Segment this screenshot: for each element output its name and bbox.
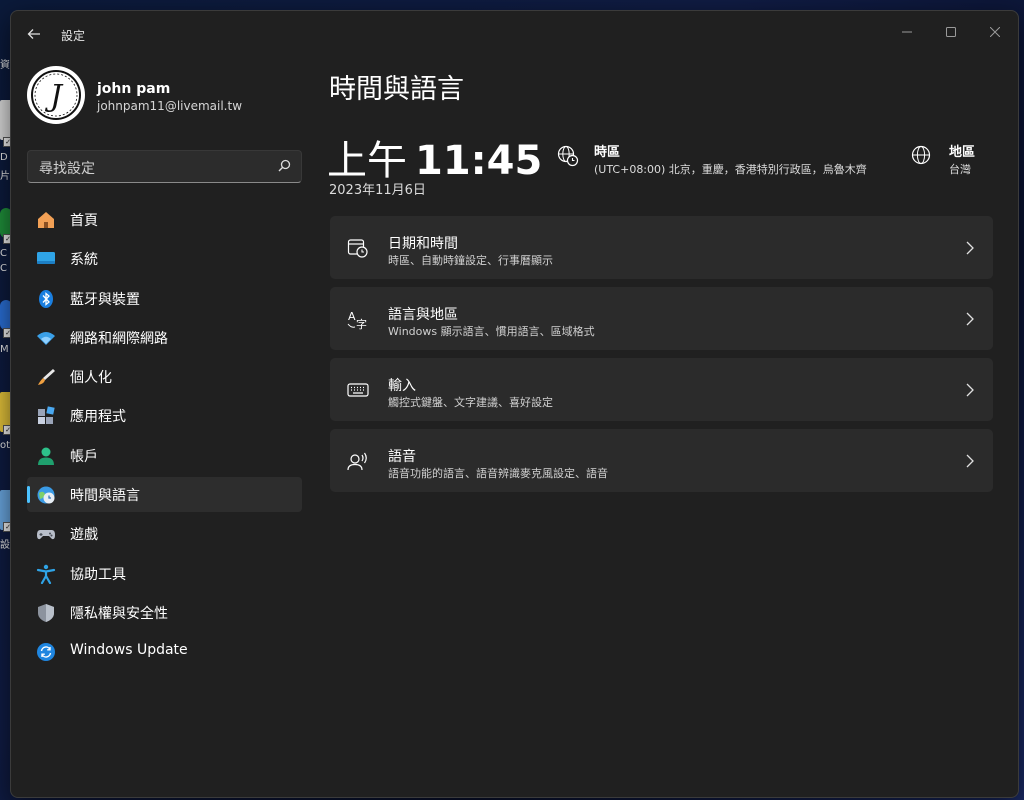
sidebar-item-system[interactable]: 系統 xyxy=(27,241,302,276)
chevron-right-icon xyxy=(966,312,974,326)
shield-icon xyxy=(38,603,54,622)
sidebar-item-label: Windows Update xyxy=(70,642,188,659)
sidebar-item-network[interactable]: 網路和網際網路 xyxy=(27,320,302,355)
card-title: 輸入 xyxy=(388,378,416,394)
sidebar-item-label: 隱私權與安全性 xyxy=(70,605,168,622)
wifi-icon xyxy=(37,331,55,345)
card-date-time[interactable]: 日期和時間 時區、自動時鐘設定、行事曆顯示 xyxy=(330,216,993,279)
timezone-globe-icon xyxy=(557,145,579,167)
app-title: 設定 xyxy=(61,29,86,43)
home-icon xyxy=(38,212,54,228)
sidebar-item-label: 遊戲 xyxy=(70,527,98,544)
sidebar-item-gaming[interactable]: 遊戲 xyxy=(27,516,302,551)
sidebar-item-home[interactable]: 首頁 xyxy=(27,202,302,237)
maximize-button[interactable] xyxy=(931,17,971,47)
update-icon xyxy=(37,643,55,662)
user-name: john pam xyxy=(97,81,171,97)
clock-time: 11:45 xyxy=(415,138,543,184)
page-title: 時間與語言 xyxy=(329,74,464,105)
search-input[interactable]: 尋找設定 xyxy=(27,150,302,183)
title-bar[interactable]: 設定 xyxy=(11,11,1018,55)
clock-ampm: 上午 xyxy=(327,138,407,184)
card-language-region[interactable]: A 字 語言與地區 Windows 顯示語言、慣用語言、區域格式 xyxy=(330,287,993,350)
keyboard-icon xyxy=(347,383,369,397)
svg-text:字: 字 xyxy=(356,317,367,330)
sidebar-item-label: 時間與語言 xyxy=(70,488,140,505)
minimize-button[interactable] xyxy=(887,17,927,47)
brush-icon xyxy=(38,369,55,386)
chevron-right-icon xyxy=(966,454,974,468)
speech-icon xyxy=(347,452,367,471)
clock-date: 2023年11月6日 xyxy=(329,183,426,198)
sidebar-item-label: 藍牙與裝置 xyxy=(70,291,140,308)
globe-icon xyxy=(911,145,931,165)
sidebar-item-accessibility[interactable]: 協助工具 xyxy=(27,556,302,591)
sidebar-item-privacy[interactable]: 隱私權與安全性 xyxy=(27,595,302,630)
avatar-logo-icon: J xyxy=(31,70,81,120)
card-speech[interactable]: 語音 語音功能的語言、語音辨識麥克風設定、語音 xyxy=(330,429,993,492)
calendar-clock-icon xyxy=(347,239,368,258)
accessibility-icon xyxy=(36,564,56,584)
active-indicator xyxy=(27,486,30,504)
sidebar-item-label: 系統 xyxy=(70,252,98,269)
system-icon xyxy=(37,252,55,265)
card-title: 語音 xyxy=(388,449,416,465)
back-button[interactable] xyxy=(21,21,47,47)
clock-display: 上午 11:45 xyxy=(327,128,542,186)
maximize-icon xyxy=(946,27,956,37)
gamepad-icon xyxy=(37,530,55,540)
sidebar-item-label: 協助工具 xyxy=(70,566,126,583)
search-placeholder: 尋找設定 xyxy=(39,161,95,177)
sidebar-item-label: 個人化 xyxy=(70,370,112,387)
sidebar-item-bluetooth[interactable]: 藍牙與裝置 xyxy=(27,281,302,316)
sidebar-item-personalization[interactable]: 個人化 xyxy=(27,359,302,394)
close-button[interactable] xyxy=(975,17,1015,47)
minimize-icon xyxy=(902,31,912,33)
sidebar-item-label: 首頁 xyxy=(70,213,98,229)
sidebar-nav: 首頁 系統 藍牙與裝置 網路和網際網路 個人化 應用程式 帳戶 時間與語言 遊戲… xyxy=(27,202,302,674)
card-subtitle: 語音功能的語言、語音辨識麥克風設定、語音 xyxy=(388,467,608,480)
card-title: 語言與地區 xyxy=(388,307,458,323)
sidebar-item-time-language[interactable]: 時間與語言 xyxy=(27,477,302,513)
language-icon: A 字 xyxy=(347,310,367,330)
sidebar-item-label: 應用程式 xyxy=(70,409,126,426)
timezone-label: 時區 xyxy=(594,145,621,160)
card-subtitle: 觸控式鍵盤、文字建議、喜好設定 xyxy=(388,396,553,409)
chevron-right-icon xyxy=(966,383,974,397)
user-email: johnpam11@livemail.tw xyxy=(97,99,243,113)
card-typing[interactable]: 輸入 觸控式鍵盤、文字建議、喜好設定 xyxy=(330,358,993,421)
chevron-right-icon xyxy=(966,241,974,255)
close-icon xyxy=(990,27,1000,37)
sidebar-item-accounts[interactable]: 帳戶 xyxy=(27,438,302,473)
search-icon xyxy=(278,159,291,172)
account-icon xyxy=(38,447,54,465)
card-title: 日期和時間 xyxy=(388,236,458,252)
sidebar-item-label: 帳戶 xyxy=(70,448,98,465)
sidebar-item-windows-update[interactable]: Windows Update xyxy=(27,634,302,669)
region-value: 台灣 xyxy=(949,163,971,176)
settings-window: 設定 J john pam johnpam11@livemail.tw 尋找設定 xyxy=(10,10,1019,798)
sidebar-item-apps[interactable]: 應用程式 xyxy=(27,398,302,433)
svg-text:A: A xyxy=(348,310,356,323)
card-subtitle: 時區、自動時鐘設定、行事曆顯示 xyxy=(388,254,553,267)
region-label: 地區 xyxy=(949,145,976,160)
card-subtitle: Windows 顯示語言、慣用語言、區域格式 xyxy=(388,325,595,338)
avatar[interactable]: J xyxy=(27,66,85,124)
bluetooth-icon xyxy=(39,289,53,308)
avatar-letter: J xyxy=(44,79,64,114)
time-language-icon xyxy=(37,486,55,504)
sidebar-item-label: 網路和網際網路 xyxy=(70,330,168,347)
apps-icon xyxy=(38,406,55,425)
back-arrow-icon xyxy=(27,29,40,39)
timezone-value: (UTC+08:00) 北京，重慶，香港特別行政區，烏魯木齊 xyxy=(594,163,867,176)
